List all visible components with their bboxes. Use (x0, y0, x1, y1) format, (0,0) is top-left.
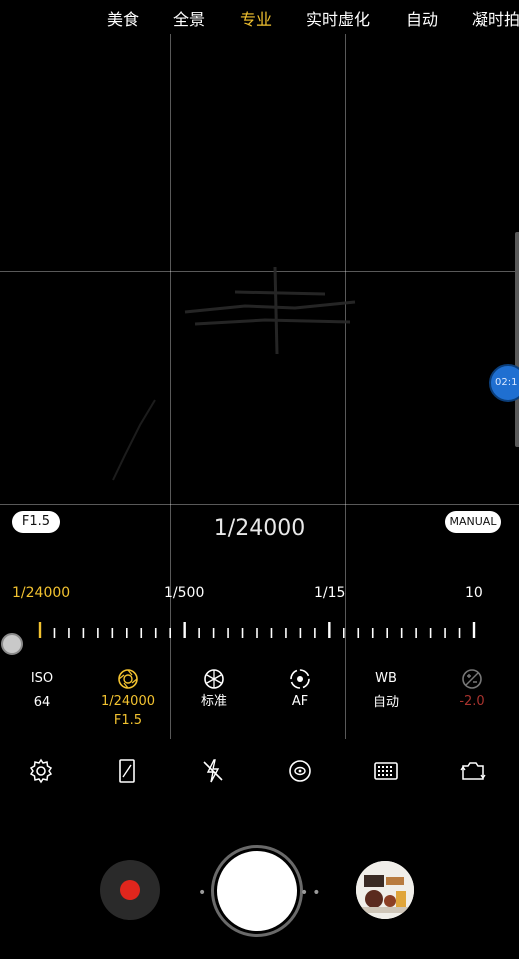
exposure-value: -2.0 (459, 694, 485, 709)
color-tone-setting[interactable]: 标准 (169, 668, 259, 711)
exposure-setting[interactable]: -2.0 (427, 668, 517, 711)
color-tone-icon (204, 669, 224, 689)
white-balance-setting[interactable]: WB 自动 (341, 668, 431, 712)
iso-label: ISO (30, 671, 54, 686)
mode-tab-panorama[interactable]: 全景 (173, 6, 205, 30)
iso-setting[interactable]: ISO 64 (0, 668, 87, 712)
flash-off-icon[interactable] (200, 758, 226, 784)
focus-value: AF (291, 694, 309, 709)
mode-tab-food[interactable]: 美食 (107, 6, 139, 30)
exposure-icon (462, 669, 482, 689)
scale-label: 1/24000 (12, 585, 71, 601)
edge-panel-handle[interactable] (515, 232, 519, 447)
mode-tab-live-focus[interactable]: 实时虚化 (306, 6, 370, 30)
scale-label: 10 (465, 585, 483, 601)
settings-icon[interactable] (28, 758, 54, 784)
switch-camera-icon[interactable] (460, 758, 486, 784)
shutter-aperture-setting[interactable]: 1/24000 F1.5 (83, 668, 173, 730)
scale-label: 1/500 (164, 585, 205, 601)
shutter-speed-scale[interactable] (0, 619, 519, 643)
shutter-button[interactable] (217, 851, 297, 931)
aspect-ratio-icon[interactable] (114, 758, 140, 784)
gallery-photo-image (356, 861, 414, 919)
scale-label: 1/15 (314, 585, 346, 601)
hdr-icon[interactable] (287, 758, 313, 784)
grid-icon[interactable] (373, 758, 399, 784)
grid-line-horizontal (0, 504, 519, 505)
camera-mode-tabs: 美食 全景 专业 实时虚化 自动 凝时拍 (0, 0, 519, 34)
focus-setting[interactable]: AF (255, 668, 345, 711)
focus-icon (290, 669, 310, 689)
shutter-speed-readout: 1/24000 (213, 516, 306, 541)
wb-label: WB (375, 671, 397, 686)
color-tone-value: 标准 (200, 694, 227, 709)
floating-timer-bubble[interactable]: 02:1 (489, 364, 519, 402)
viewfinder-scene (184, 266, 356, 355)
mode-tab-hyperlapse[interactable]: 凝时拍 (472, 6, 519, 30)
mode-dots-right: •• (300, 885, 325, 901)
slider-knob[interactable] (1, 633, 23, 655)
iso-value: 64 (33, 695, 51, 710)
record-video-button[interactable] (100, 860, 160, 920)
mode-tab-auto[interactable]: 自动 (406, 6, 438, 30)
aperture-icon (118, 669, 138, 689)
viewfinder-scene-detail (112, 399, 156, 481)
gallery-thumbnail[interactable] (356, 861, 414, 919)
record-dot-icon (120, 880, 140, 900)
wb-value: 自动 (372, 695, 399, 710)
mode-tab-pro[interactable]: 专业 (240, 6, 272, 30)
shutter-value: 1/24000 (100, 694, 155, 709)
aperture-value: F1.5 (113, 713, 143, 728)
